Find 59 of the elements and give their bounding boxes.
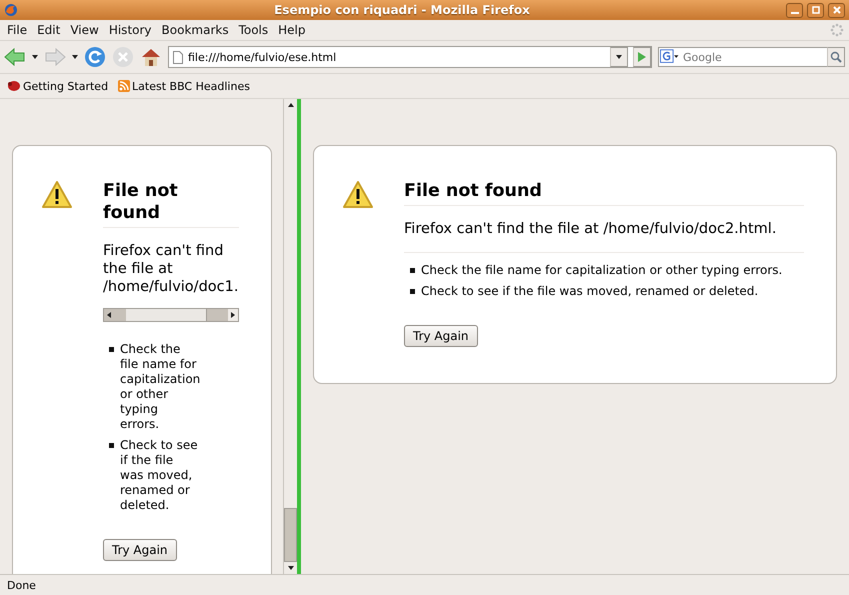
- caret-icon: [230, 312, 236, 318]
- menu-item[interactable]: History: [104, 23, 157, 37]
- error-title: File not found: [404, 180, 804, 206]
- scrollbar-thumb[interactable]: [126, 309, 207, 321]
- menu-item[interactable]: Bookmarks: [156, 23, 234, 37]
- error-title: File not found: [103, 180, 239, 228]
- search-engine-icon[interactable]: [658, 47, 680, 67]
- minimize-button[interactable]: [786, 2, 803, 18]
- close-icon: [832, 6, 840, 14]
- caret-icon: [616, 54, 622, 60]
- horizontal-scrollbar[interactable]: [103, 308, 239, 322]
- menu-item[interactable]: View: [65, 23, 104, 37]
- bookmark-link[interactable]: Latest BBC Headlines: [118, 80, 250, 92]
- throbber-icon: [830, 23, 844, 37]
- status-text: Done: [0, 574, 849, 595]
- menu-item[interactable]: Tools: [234, 23, 274, 37]
- caret-icon: [72, 54, 78, 60]
- warning-icon: [342, 180, 374, 210]
- error-message: Firefox can't find the file at /home/fulvio/doc1.: [103, 242, 239, 296]
- maximize-icon: [812, 6, 820, 14]
- back-arrow-icon[interactable]: [4, 48, 26, 66]
- close-button[interactable]: [828, 2, 845, 18]
- error-message: Firefox can't find the file at /home/fulvio/doc2.html.: [404, 220, 778, 238]
- scrollbar-thumb[interactable]: [284, 508, 297, 562]
- window-title: Esempio con riquadri - Mozilla Firefox: [273, 3, 531, 17]
- bookmark-link[interactable]: Getting Started: [7, 80, 108, 92]
- caret-icon: [288, 102, 294, 108]
- reload-icon[interactable]: [84, 46, 106, 68]
- forward-arrow-icon[interactable]: [44, 48, 66, 66]
- menu-item[interactable]: Edit: [32, 23, 66, 37]
- try-again-button[interactable]: Try Again: [404, 325, 478, 347]
- bug-icon: [7, 80, 21, 92]
- vertical-scrollbar[interactable]: [283, 99, 297, 574]
- search-field[interactable]: Google: [680, 47, 827, 67]
- suggestion-text: Check the file name for capitalization or other typing errors.: [421, 263, 782, 278]
- bullet-icon: [109, 443, 114, 448]
- bullet-icon: [410, 268, 415, 273]
- menu-item[interactable]: File: [2, 23, 32, 37]
- warning-icon: [41, 180, 73, 210]
- menu-item[interactable]: Help: [273, 23, 310, 37]
- search-icon: [830, 51, 842, 63]
- dropdown-button[interactable]: [610, 47, 628, 67]
- try-again-button[interactable]: Try Again: [103, 539, 177, 561]
- suggestion-text: Check the file name for capitalization or other typing errors.: [120, 342, 200, 432]
- page-icon: [173, 50, 183, 64]
- suggestion-text: Check to see if the file was moved, renamed or deleted.: [120, 438, 199, 513]
- caret-icon: [106, 312, 112, 318]
- caret-icon: [32, 54, 38, 60]
- search-button[interactable]: [827, 47, 845, 67]
- caret-icon: [288, 565, 294, 571]
- play-icon: [637, 51, 647, 63]
- bullet-icon: [109, 347, 114, 352]
- bullet-icon: [410, 289, 415, 294]
- home-icon[interactable]: [140, 47, 162, 67]
- maximize-button[interactable]: [807, 2, 824, 18]
- suggestion-text: Check to see if the file was moved, renamed or deleted.: [421, 284, 758, 299]
- go-button[interactable]: [633, 47, 651, 67]
- feed-icon: [118, 80, 130, 92]
- address-field[interactable]: file:///home/fulvio/ese.html: [168, 46, 652, 68]
